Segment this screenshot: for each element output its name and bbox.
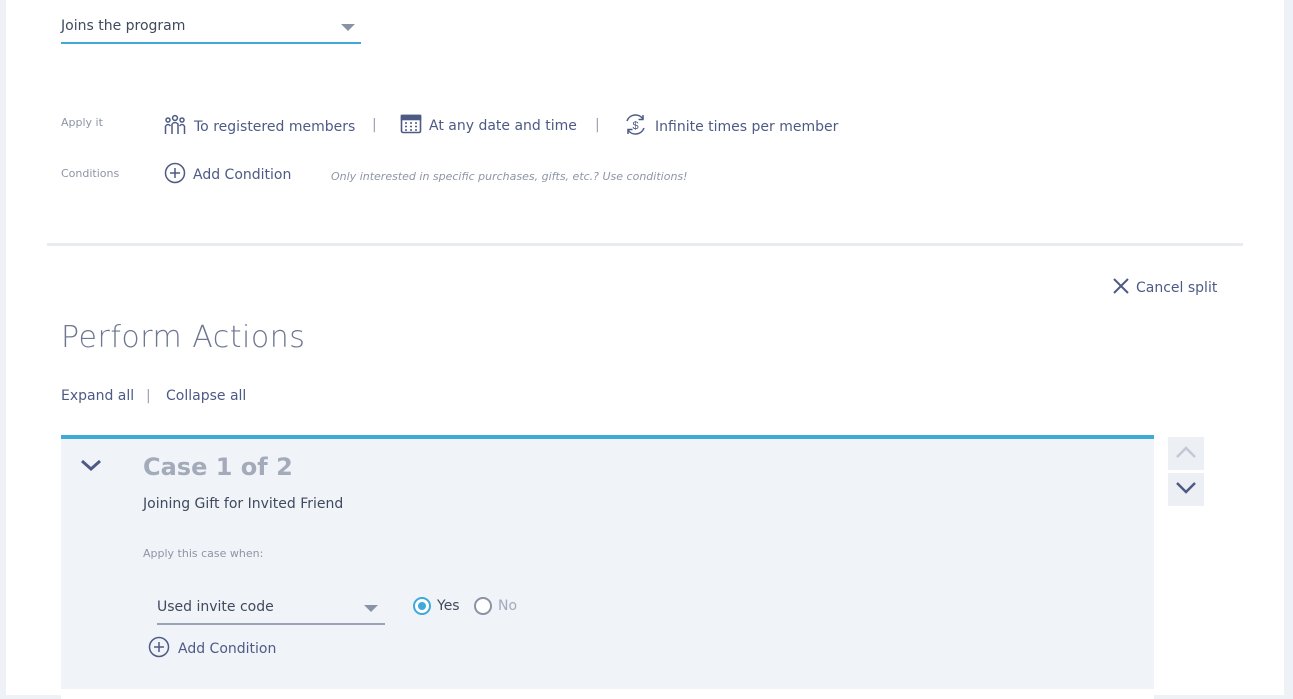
case-add-condition-text: Add Condition xyxy=(178,641,277,657)
radio-yes[interactable]: Yes xyxy=(413,597,460,615)
case-add-condition-button[interactable]: Add Condition xyxy=(148,636,276,662)
conditions-label: Conditions xyxy=(61,167,120,180)
people-icon xyxy=(163,113,187,141)
chevron-up-icon xyxy=(1175,444,1197,463)
apply-schedule-text: At any date and time xyxy=(429,118,577,134)
cancel-split-button[interactable]: Cancel split xyxy=(1112,277,1217,299)
apply-when-label: Apply this case when: xyxy=(143,547,264,560)
apply-frequency-text: Infinite times per member xyxy=(655,118,839,135)
plus-circle-icon xyxy=(164,162,186,188)
apply-members-text: To registered members xyxy=(194,119,356,135)
dropdown-arrow-icon xyxy=(364,605,378,612)
radio-yes-circle xyxy=(413,597,431,615)
add-condition-button[interactable]: Add Condition xyxy=(164,162,291,188)
case-panel-bottom xyxy=(61,689,1154,699)
chevron-down-icon xyxy=(1175,480,1197,499)
move-case-down-button[interactable] xyxy=(1168,473,1204,506)
collapse-all-link[interactable]: Collapse all xyxy=(166,388,246,404)
cancel-split-text: Cancel split xyxy=(1136,280,1218,296)
case-title: Case 1 of 2 xyxy=(143,453,293,481)
separator: | xyxy=(372,117,377,133)
svg-text:$: $ xyxy=(632,120,638,132)
separator: | xyxy=(595,117,600,133)
apply-it-label: Apply it xyxy=(61,116,103,129)
dropdown-arrow-icon xyxy=(341,24,355,31)
calendar-icon xyxy=(400,113,422,139)
expand-all-link[interactable]: Expand all xyxy=(61,388,134,404)
add-condition-text: Add Condition xyxy=(193,167,292,183)
close-icon xyxy=(1112,277,1130,299)
apply-frequency-link[interactable]: $ Infinite times per member xyxy=(623,112,838,141)
trigger-select-value: Joins the program xyxy=(61,18,186,34)
separator: | xyxy=(146,388,151,404)
case-condition-select[interactable]: Used invite code xyxy=(157,593,385,625)
apply-members-link[interactable]: To registered members xyxy=(163,113,355,141)
case-panel: Case 1 of 2 Joining Gift for Invited Fri… xyxy=(61,435,1154,699)
chevron-down-icon xyxy=(79,458,103,477)
radio-no-circle xyxy=(474,597,492,615)
page-card: Joins the program Apply it To registered… xyxy=(6,0,1284,699)
apply-schedule-link[interactable]: At any date and time xyxy=(400,113,577,139)
conditions-hint: Only interested in specific purchases, g… xyxy=(331,170,688,183)
case-condition-value: Used invite code xyxy=(157,599,274,615)
case-collapse-toggle[interactable] xyxy=(79,457,103,477)
radio-no-label: No xyxy=(498,598,518,614)
trigger-select[interactable]: Joins the program xyxy=(61,12,361,44)
move-case-up-button[interactable] xyxy=(1168,437,1204,470)
refresh-dollar-icon: $ xyxy=(623,112,648,141)
radio-no[interactable]: No xyxy=(474,597,517,615)
radio-yes-label: Yes xyxy=(437,598,460,614)
divider xyxy=(47,243,1243,246)
case-name[interactable]: Joining Gift for Invited Friend xyxy=(143,496,343,512)
plus-circle-icon xyxy=(148,636,170,662)
page-title: Perform Actions xyxy=(61,320,306,355)
